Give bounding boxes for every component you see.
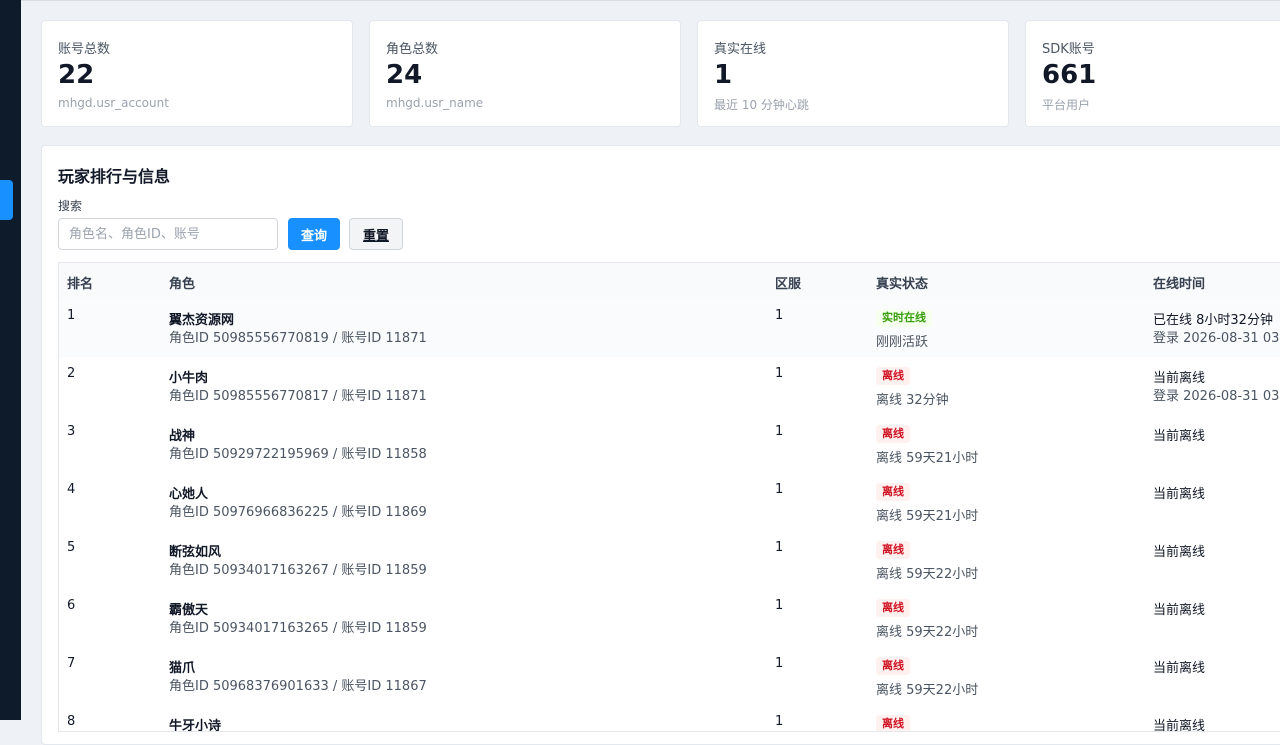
row-rank: 7: [67, 656, 76, 671]
status-badge: 离线: [876, 715, 910, 731]
query-button[interactable]: 查询: [288, 218, 340, 250]
status-badge: 离线: [876, 367, 910, 385]
stat-sub: mhgd.usr_account: [58, 96, 169, 110]
row-rank: 2: [67, 366, 76, 381]
sidebar: [0, 0, 21, 720]
row-zone: 1: [775, 424, 784, 439]
row-online-time: 当前离线: [1153, 371, 1206, 386]
row-role-ids: 角色ID 50985556770819 / 账号ID 11871: [169, 331, 427, 346]
panel-title: 玩家排行与信息: [58, 167, 171, 186]
stat-value: 24: [386, 60, 423, 90]
row-status-detail: 刚刚活跃: [876, 335, 929, 350]
header-rank[interactable]: 排名: [67, 273, 93, 292]
header-status[interactable]: 真实状态: [876, 273, 928, 292]
row-zone: 1: [775, 656, 784, 671]
row-status-detail: 离线 32分钟: [876, 393, 949, 408]
row-rank: 4: [67, 482, 76, 497]
stat-sub: 平台用户: [1042, 98, 1091, 112]
row-role-name: 断弦如风: [169, 545, 222, 560]
row-login-time: 登录 2026-08-31 03:22: [1153, 389, 1280, 404]
row-role-name: 牛牙小诗: [169, 719, 222, 732]
search-input[interactable]: [58, 218, 278, 250]
row-role-ids: 角色ID 50934017163267 / 账号ID 11859: [169, 563, 427, 578]
player-panel: 玩家排行与信息 搜索 查询 重置 排名 角色 区服 真实状态 在线时间 1 翼杰资…: [41, 145, 1280, 745]
row-rank: 5: [67, 540, 76, 555]
row-online-time: 已在线 8小时32分钟: [1153, 313, 1273, 328]
stat-sub: 最近 10 分钟心跳: [714, 98, 809, 112]
row-role-ids: 角色ID 50929722195969 / 账号ID 11858: [169, 447, 427, 462]
row-zone: 1: [775, 482, 784, 497]
stat-card-accounts: 账号总数 22 mhgd.usr_account: [41, 20, 353, 127]
row-zone: 1: [775, 308, 784, 323]
row-role-ids: 角色ID 50976966836225 / 账号ID 11869: [169, 505, 427, 520]
row-status-detail: 离线 59天21小时: [876, 509, 979, 524]
status-badge: 离线: [876, 657, 910, 675]
row-online-time: 当前离线: [1153, 603, 1206, 618]
header-role[interactable]: 角色: [169, 273, 195, 292]
stat-value: 661: [1042, 60, 1097, 90]
stat-label: 角色总数: [386, 42, 439, 57]
table-row[interactable]: 7 猫爪角色ID 50968376901633 / 账号ID 11867 1 离线离线…: [59, 647, 1280, 706]
row-role-ids: 角色ID 50985556770817 / 账号ID 11871: [169, 389, 427, 404]
row-role-name: 战神: [169, 429, 196, 444]
row-zone: 1: [775, 598, 784, 613]
header-online-time[interactable]: 在线时间: [1153, 273, 1205, 292]
stat-card-online: 真实在线 1 最近 10 分钟心跳: [697, 20, 1009, 127]
row-online-time: 当前离线: [1153, 487, 1206, 502]
status-badge: 离线: [876, 425, 910, 443]
row-login-time: 登录 2026-08-31 03:22: [1153, 331, 1280, 346]
reset-button[interactable]: 重置: [349, 218, 403, 250]
status-badge: 实时在线: [876, 309, 932, 327]
header-zone[interactable]: 区服: [775, 273, 801, 292]
status-badge: 离线: [876, 483, 910, 501]
row-online-time: 当前离线: [1153, 545, 1206, 560]
table-row[interactable]: 6 霸傲天角色ID 50934017163265 / 账号ID 11859 1 离线离…: [59, 589, 1280, 648]
row-zone: 1: [775, 540, 784, 555]
table-row[interactable]: 1 翼杰资源网角色ID 50985556770819 / 账号ID 11871 1 实…: [59, 299, 1280, 358]
row-role-name: 猫爪: [169, 661, 196, 676]
search-label: 搜索: [58, 199, 83, 213]
row-rank: 1: [67, 308, 76, 323]
sidebar-active-item[interactable]: [0, 180, 13, 220]
row-role-name: 小牛肉: [169, 371, 209, 386]
row-online-time: 当前离线: [1153, 661, 1206, 676]
row-online-time: 当前离线: [1153, 429, 1206, 444]
row-status-detail: 离线 59天21小时: [876, 451, 979, 466]
row-role-name: 心她人: [169, 487, 209, 502]
row-role-name: 翼杰资源网: [169, 313, 235, 328]
table-row[interactable]: 2 小牛肉角色ID 50985556770817 / 账号ID 11871 1 离线离…: [59, 357, 1280, 416]
table-header: 排名 角色 区服 真实状态 在线时间: [59, 263, 1280, 300]
stats-row: 账号总数 22 mhgd.usr_account 角色总数 24 mhgd.us…: [41, 20, 1280, 129]
row-role-ids: 角色ID 50934017163265 / 账号ID 11859: [169, 621, 427, 636]
player-table: 排名 角色 区服 真实状态 在线时间 1 翼杰资源网角色ID 5098555677…: [58, 262, 1280, 732]
row-rank: 6: [67, 598, 76, 613]
status-badge: 离线: [876, 599, 910, 617]
row-role-ids: 角色ID 50968376901633 / 账号ID 11867: [169, 679, 427, 694]
status-badge: 离线: [876, 541, 910, 559]
row-rank: 8: [67, 714, 76, 729]
header-divider: [21, 0, 1280, 1]
table-row[interactable]: 5 断弦如风角色ID 50934017163267 / 账号ID 11859 1 离线…: [59, 531, 1280, 590]
table-row[interactable]: 8 牛牙小诗 1 离线 当前离线: [59, 705, 1280, 732]
stat-sub: mhgd.usr_name: [386, 96, 484, 110]
stat-label: SDK账号: [1042, 42, 1095, 57]
stat-value: 1: [714, 60, 733, 90]
stat-label: 真实在线: [714, 42, 767, 57]
row-zone: 1: [775, 366, 784, 381]
row-online-time: 当前离线: [1153, 719, 1206, 732]
stat-label: 账号总数: [58, 42, 111, 57]
row-status-detail: 离线 59天22小时: [876, 625, 979, 640]
stat-card-sdk: SDK账号 661 平台用户: [1025, 20, 1280, 127]
row-status-detail: 离线 59天22小时: [876, 567, 979, 582]
table-row[interactable]: 4 心她人角色ID 50976966836225 / 账号ID 11869 1 离线离…: [59, 473, 1280, 532]
row-rank: 3: [67, 424, 76, 439]
table-row[interactable]: 3 战神角色ID 50929722195969 / 账号ID 11858 1 离线离线…: [59, 415, 1280, 474]
row-role-name: 霸傲天: [169, 603, 209, 618]
row-zone: 1: [775, 714, 784, 729]
row-status-detail: 离线 59天22小时: [876, 683, 979, 698]
stat-card-roles: 角色总数 24 mhgd.usr_name: [369, 20, 681, 127]
stat-value: 22: [58, 60, 95, 90]
